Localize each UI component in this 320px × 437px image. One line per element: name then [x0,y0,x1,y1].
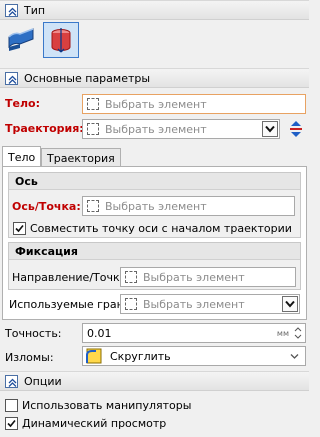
breaks-label: Изломы: [5,351,54,364]
align-axis-checkbox[interactable] [13,222,26,235]
collapse-icon[interactable] [5,374,18,388]
used-faces-label: Используемые грани: [9,298,135,311]
trajectory-selector[interactable]: Выбрать элемент [82,119,280,139]
fillet-icon [86,348,102,364]
tab-body[interactable]: Тело [2,146,42,168]
spinner-icon[interactable] [293,326,303,340]
select-element-icon [125,298,137,310]
select-element-icon [125,271,137,283]
direction-selector[interactable]: Выбрать элемент [120,267,296,287]
use-manipulators-label: Использовать манипуляторы [22,399,192,412]
section-type-title: Тип [24,3,46,17]
type-surface-button[interactable] [3,22,39,58]
axis-point-selector[interactable]: Выбрать элемент [82,196,295,216]
tab-trajectory[interactable]: Траектория [41,148,121,168]
direction-label: Направление/Точка: [12,271,131,284]
collapse-icon[interactable] [5,71,18,85]
select-element-icon [87,200,99,212]
used-faces-selector[interactable]: Выбрать элемент [120,294,300,314]
axis-group: Ось Ось/Точка: Выбрать элемент Совместит… [8,172,301,238]
fix-group-title: Фиксация [9,243,300,260]
unit-label: мм [276,329,289,338]
axis-point-label: Ось/Точка: [12,200,81,213]
tab-panel-body: Ось Ось/Точка: Выбрать элемент Совместит… [2,166,307,320]
section-type-header[interactable]: Тип [0,0,309,20]
use-manipulators-checkbox[interactable] [5,399,18,412]
section-options-title: Опции [24,374,62,388]
breaks-dropdown[interactable]: Скруглить [82,346,306,366]
select-element-icon [87,123,99,135]
align-axis-label: Совместить точку оси с началом траектори… [30,222,292,235]
body-label: Тело: [5,97,40,110]
collapse-icon[interactable] [5,3,18,17]
reverse-direction-icon [290,121,302,137]
fix-group: Фиксация Направление/Точка: Выбрать элем… [8,242,301,290]
checkmark-icon [7,419,16,428]
select-element-icon [87,98,99,110]
reverse-direction-button[interactable] [286,119,306,139]
dynamic-preview-label: Динамический просмотр [22,417,167,430]
axis-group-title: Ось [9,173,300,190]
sweep-surface-icon [8,28,34,51]
section-main-params-title: Основные параметры [24,71,151,85]
dynamic-preview-checkbox[interactable] [5,417,18,430]
trajectory-label: Траектория: [5,122,84,135]
chevron-down-icon[interactable] [282,296,298,312]
chevron-down-icon[interactable] [262,121,278,137]
body-selector[interactable]: Выбрать элемент [82,94,306,114]
precision-input[interactable]: 0.01 мм [82,323,306,343]
checkmark-icon [15,224,24,233]
chevron-down-icon [290,354,299,359]
sweep-solid-icon [51,28,71,53]
type-solid-button[interactable] [43,22,79,58]
section-main-params-header[interactable]: Основные параметры [0,68,309,88]
precision-label: Точность: [5,327,62,340]
section-options-header[interactable]: Опции [0,371,309,391]
